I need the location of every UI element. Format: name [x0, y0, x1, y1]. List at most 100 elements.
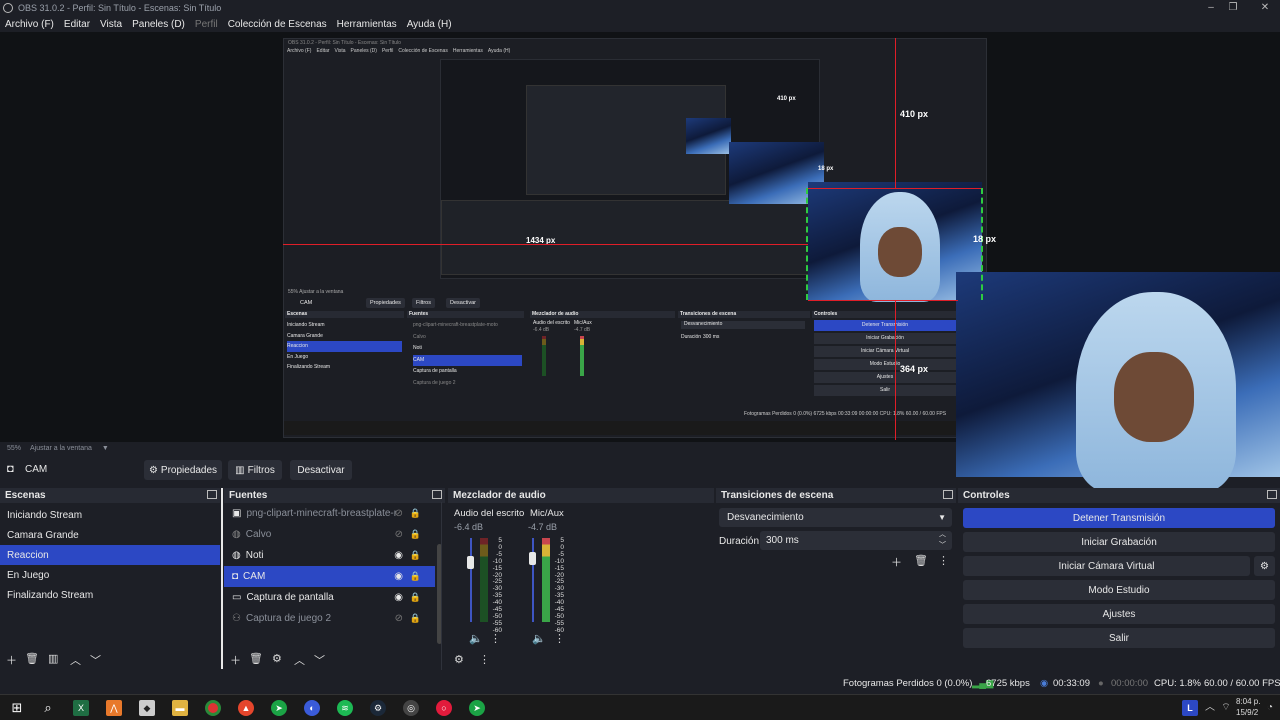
source-item[interactable]: ▣ png-clipart-minecraft-breastplate-motc…	[224, 503, 435, 524]
app-green-icon[interactable]: ➤	[271, 700, 287, 716]
eye-icon[interactable]: ◉	[394, 592, 403, 603]
menu-perfil[interactable]: Perfil	[195, 19, 218, 30]
steam-icon[interactable]: ⚙	[370, 700, 386, 716]
folder-icon[interactable]: ▬	[172, 700, 188, 716]
lock-icon[interactable]: 🔒	[410, 550, 421, 561]
filters-button[interactable]: ▥ Filtros	[228, 460, 282, 480]
chrome-icon[interactable]	[205, 700, 221, 716]
start-record-button[interactable]: Iniciar Grabación	[963, 532, 1275, 552]
source-item[interactable]: ▭ Captura de pantalla ◉ 🔒	[224, 587, 435, 608]
eye-hidden-icon[interactable]: ⊘	[395, 613, 403, 624]
app-red-icon[interactable]: ○	[436, 700, 452, 716]
preview-canvas[interactable]: OBS 31.0.2 - Perfil: Sin Título - Escena…	[0, 32, 1280, 492]
scene-item[interactable]: Iniciando Stream	[0, 505, 220, 525]
excel-icon[interactable]: X	[73, 700, 89, 716]
volume-fader-knob[interactable]	[529, 552, 536, 565]
add-scene-icon[interactable]: ＋	[6, 652, 17, 668]
menu-ayuda[interactable]: Ayuda (H)	[407, 19, 452, 30]
menu-coleccion-escenas[interactable]: Colección de Escenas	[228, 19, 327, 30]
properties-button[interactable]: ⚙ Propiedades	[144, 460, 222, 480]
zoom-fit-select[interactable]: Ajustar a la ventana	[30, 445, 92, 452]
app-green-icon[interactable]: ➤	[469, 700, 485, 716]
move-down-icon[interactable]: ﹀	[90, 652, 101, 668]
move-up-icon[interactable]: ︿	[294, 652, 305, 668]
scene-item[interactable]: En Juego	[0, 565, 220, 585]
chevron-up-icon[interactable]: ︿	[1202, 700, 1218, 716]
volume-fader-track[interactable]	[532, 538, 534, 622]
lock-icon[interactable]: 🔒	[410, 529, 421, 540]
virtual-cam-button[interactable]: Iniciar Cámara Virtual	[963, 556, 1250, 576]
source-item[interactable]: ◘ CAM ◉ 🔒	[224, 566, 435, 587]
menu-editar[interactable]: Editar	[64, 19, 90, 30]
notification-icon[interactable]: ◔	[1262, 700, 1278, 716]
undock-icon[interactable]	[207, 490, 217, 499]
nested-title: OBS 31.0.2 - Perfil: Sin Título - Escena…	[288, 40, 401, 46]
app-blue-icon[interactable]: ◐	[304, 700, 320, 716]
deactivate-button[interactable]: Desactivar	[290, 460, 352, 480]
mixer-settings-icon[interactable]: ⚙	[454, 653, 464, 666]
lock-icon[interactable]: 🔒	[410, 592, 421, 603]
speaker-icon[interactable]: 🔈	[469, 632, 483, 645]
scene-item[interactable]: Reaccion	[0, 545, 220, 565]
more-icon[interactable]: ⋮	[479, 653, 490, 666]
trash-icon[interactable]: 🗑	[25, 652, 39, 665]
trash-icon[interactable]: 🗑	[914, 554, 928, 567]
lock-icon[interactable]: 🔒	[410, 613, 421, 624]
chevron-down-icon[interactable]: ▼	[102, 445, 109, 452]
undock-icon[interactable]	[943, 490, 953, 499]
menu-paneles[interactable]: Paneles (D)	[132, 19, 185, 30]
dock-splitter[interactable]	[221, 488, 223, 669]
eye-hidden-icon[interactable]: ⊘	[395, 508, 403, 519]
settings-button[interactable]: Ajustes	[963, 604, 1275, 624]
move-down-icon[interactable]: ﹀	[314, 652, 325, 668]
menu-vista[interactable]: Vista	[100, 19, 122, 30]
eye-icon[interactable]: ◉	[394, 571, 403, 582]
eye-icon[interactable]: ◉	[394, 550, 403, 561]
menu-herramientas[interactable]: Herramientas	[337, 19, 397, 30]
trash-icon[interactable]: 🗑	[249, 652, 263, 665]
lang-indicator[interactable]: L	[1182, 700, 1198, 716]
filter-icon[interactable]: ▥	[48, 652, 58, 665]
spotify-icon[interactable]: ≋	[337, 700, 353, 716]
gear-icon[interactable]: ⚙	[272, 652, 282, 665]
more-icon[interactable]: ⋮	[554, 632, 565, 645]
scene-item[interactable]: Camara Grande	[0, 525, 220, 545]
transition-select[interactable]: Desvanecimiento ▼	[719, 508, 952, 527]
search-icon[interactable]: ⌕	[40, 700, 56, 716]
add-transition-icon[interactable]: ＋	[891, 554, 902, 570]
undock-icon[interactable]	[1267, 490, 1277, 499]
menu-archivo[interactable]: Archivo (F)	[5, 19, 54, 30]
windows-start-icon[interactable]: ⊞	[9, 700, 25, 716]
stop-stream-button[interactable]: Detener Transmisión	[963, 508, 1275, 528]
nested-control: Modo Estudio	[814, 359, 956, 370]
add-source-icon[interactable]: ＋	[230, 652, 241, 668]
app-icon[interactable]: ⋀	[106, 700, 122, 716]
exit-button[interactable]: Salir	[963, 628, 1275, 648]
wifi-icon[interactable]: ⌔	[1218, 700, 1234, 716]
source-item[interactable]: ⚇ Captura de juego 2 ⊘ 🔒	[224, 608, 435, 629]
volume-fader-knob[interactable]	[467, 556, 474, 569]
more-icon[interactable]: ⋮	[490, 632, 501, 645]
clock-date[interactable]: 15/9/2	[1236, 708, 1258, 717]
brave-icon[interactable]: ▲	[238, 700, 254, 716]
scene-item[interactable]: Finalizando Stream	[0, 585, 220, 605]
virtual-cam-settings[interactable]: ⚙	[1254, 556, 1275, 576]
studio-mode-button[interactable]: Modo Estudio	[963, 580, 1275, 600]
source-item[interactable]: ◍ Calvo ⊘ 🔒	[224, 524, 435, 545]
spin-icon[interactable]: ︿ ﹀	[939, 529, 946, 551]
move-up-icon[interactable]: ︿	[70, 652, 81, 668]
lock-icon[interactable]: 🔒	[410, 508, 421, 519]
speaker-icon[interactable]: 🔈	[532, 632, 546, 645]
undock-icon[interactable]	[432, 490, 442, 499]
clock-time[interactable]: 8:04 p.	[1236, 697, 1260, 706]
maximize-button[interactable]: ❐	[1218, 0, 1248, 16]
lock-icon[interactable]: 🔒	[410, 571, 421, 582]
source-item[interactable]: ◍ Noti ◉ 🔒	[224, 545, 435, 566]
close-button[interactable]: ✕	[1250, 0, 1280, 16]
eye-hidden-icon[interactable]: ⊘	[395, 529, 403, 540]
more-icon[interactable]: ⋮	[938, 554, 949, 567]
volume-fader-track[interactable]	[470, 538, 472, 622]
duration-input[interactable]: 300 ms ︿ ﹀	[760, 531, 952, 550]
app-icon[interactable]: ◆	[139, 700, 155, 716]
obs-icon[interactable]: ◎	[403, 700, 419, 716]
